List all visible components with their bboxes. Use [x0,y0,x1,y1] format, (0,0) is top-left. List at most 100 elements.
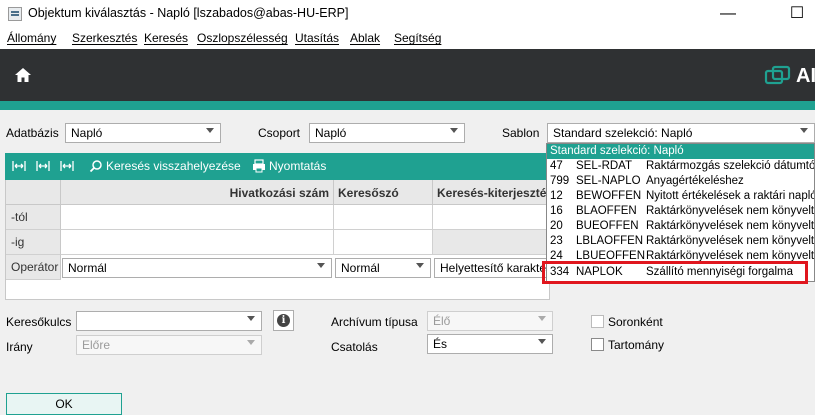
item-code: BLAOFFEN [576,205,637,217]
ok-button[interactable]: OK [6,393,122,415]
tartomany-label: Tartomány [608,338,665,352]
menu-segitseg[interactable]: Segítség [394,31,441,45]
chevron-down-icon [317,263,325,268]
menu-kereses[interactable]: Keresés [144,31,188,45]
sablon-label: Sablon [502,126,540,140]
archivum-value: Élő [433,314,451,328]
menu-oszlopszelesseg[interactable]: Oszlopszélesség [197,31,288,45]
irany-label: Irány [6,340,33,354]
operator-select-keresoszo[interactable]: Normál [335,258,431,278]
row-label-operator: Operátor [6,255,61,280]
item-description: Nyitott értékelések a raktári napló [646,190,815,202]
csatolas-value: És [433,337,448,351]
operator-select-hivatkozas[interactable]: Normál [62,258,332,278]
csoport-value: Napló [315,126,347,140]
cell-keresoszo-tol[interactable] [334,205,433,230]
column-header-hivatkozasi-szam[interactable]: Hivatkozási szám [61,180,334,205]
keresokulcs-select[interactable] [76,311,262,331]
menu-utasitas[interactable]: Utasítás [295,31,339,45]
window-title: Objektum kiválasztás - Napló [lszabados@… [28,6,349,20]
dropdown-item[interactable]: 16 BLAOFFEN Raktárkönyvelések nem könyve… [547,204,815,219]
menu-szerkesztes[interactable]: Szerkesztés [72,31,137,45]
app-header [0,49,815,101]
item-number: 23 [550,235,563,247]
item-description: Raktármozgás szelekció dátumtól [646,160,815,172]
irany-value: Előre [82,338,111,352]
dropdown-item[interactable]: 20 BUEOFFEN Raktárkönyvelések nem könyve… [547,219,815,234]
grid-corner [6,180,61,205]
column-expand-icon[interactable] [36,160,50,172]
adatbazis-label: Adatbázis [6,126,59,140]
item-code: SEL-NAPLO [576,175,641,187]
column-header-keresoszo[interactable]: Keresőszó [334,180,433,205]
item-number: 12 [550,190,563,202]
home-icon[interactable] [13,65,33,85]
operator-value: Normál [341,261,380,275]
dropdown-item[interactable]: 47 SEL-RDAT Raktármozgás szelekció dátum… [547,159,815,174]
archivum-select[interactable]: Élő [427,311,553,331]
chevron-down-icon [247,340,255,345]
csoport-label: Csoport [258,126,301,140]
soronkent-label: Soronként [608,315,663,329]
sablon-select[interactable]: Standard szelekció: Napló [547,123,815,143]
cell-hivatkozas-ig[interactable] [61,230,334,255]
row-label-ig: -ig [6,230,61,255]
item-description: Raktárkönyvelések nem könyvelt [646,220,815,232]
operator-select-kiterjesztes[interactable]: Helyettesítő karakte [434,258,548,278]
accent-strip [0,101,815,110]
operator-value: Helyettesítő karakte [440,261,547,275]
archivum-label: Archívum típusa [331,315,418,329]
search-reset-icon[interactable] [89,159,103,173]
cell-kiterjesztes-ig [433,230,549,255]
csatolas-select[interactable]: És [427,334,553,354]
abas-logo-icon [764,65,791,85]
operator-value: Normál [68,261,107,275]
soronkent-checkbox[interactable] [591,315,604,328]
minimize-button[interactable]: — [706,0,750,28]
chevron-down-icon [538,339,546,344]
item-description: Anyagértékeléshez [646,175,744,187]
csatolas-label: Csatolás [331,340,378,354]
print-button[interactable]: Nyomtatás [269,159,326,173]
item-code: LBLAOFFEN [576,235,644,247]
maximize-button[interactable]: ☐ [775,0,815,28]
printer-icon[interactable] [252,159,266,173]
column-header-kereses-kiterjesztes[interactable]: Keresés-kiterjeszté [433,180,549,205]
column-fit-icon[interactable] [12,160,26,172]
menu-allomany[interactable]: Állomány [7,31,56,45]
adatbazis-value: Napló [71,126,103,140]
dropdown-item-selected[interactable]: Standard szelekció: Napló [547,144,814,159]
item-code: BUEOFFEN [576,220,639,232]
dropdown-item[interactable]: 12 BEWOFFEN Nyitott értékelések a raktár… [547,189,815,204]
cell-kiterjesztes-tol[interactable] [433,205,549,230]
item-code: SEL-RDAT [576,160,633,172]
info-icon: i [277,314,290,327]
chevron-down-icon [450,128,458,133]
search-reset-button[interactable]: Keresés visszahelyezése [106,159,241,173]
dropdown-item[interactable]: 799 SEL-NAPLO Anyagértékeléshez [547,174,814,189]
menu-ablak[interactable]: Ablak [350,31,380,45]
app-icon [8,7,22,21]
tartomany-checkbox[interactable] [591,338,604,351]
chevron-down-icon [206,128,214,133]
cell-hivatkozas-tol[interactable] [61,205,334,230]
adatbazis-select[interactable]: Napló [65,123,221,143]
item-number: 16 [550,205,563,217]
item-description: Raktárkönyvelések nem könyvelt [646,205,815,217]
cell-keresoszo-ig[interactable] [334,230,433,255]
row-label-tol: -tól [6,205,61,230]
irany-select[interactable]: Előre [76,335,262,355]
csoport-select[interactable]: Napló [309,123,465,143]
item-description: Raktárkönyvelések nem könyvelt [646,235,815,247]
chevron-down-icon [247,316,255,321]
dropdown-item[interactable]: 23 LBLAOFFEN Raktárkönyvelések nem könyv… [547,234,815,249]
brand-logo: AI [760,63,815,89]
highlight-annotation [542,261,808,284]
chevron-down-icon [538,316,546,321]
column-shrink-icon[interactable] [60,160,74,172]
chevron-down-icon [416,263,424,268]
brand-text: AI [796,65,815,87]
item-number: 20 [550,220,563,232]
keresokulcs-label: Keresőkulcs [6,315,72,329]
dropdown-item-label: Standard szelekció: Napló [550,145,684,157]
